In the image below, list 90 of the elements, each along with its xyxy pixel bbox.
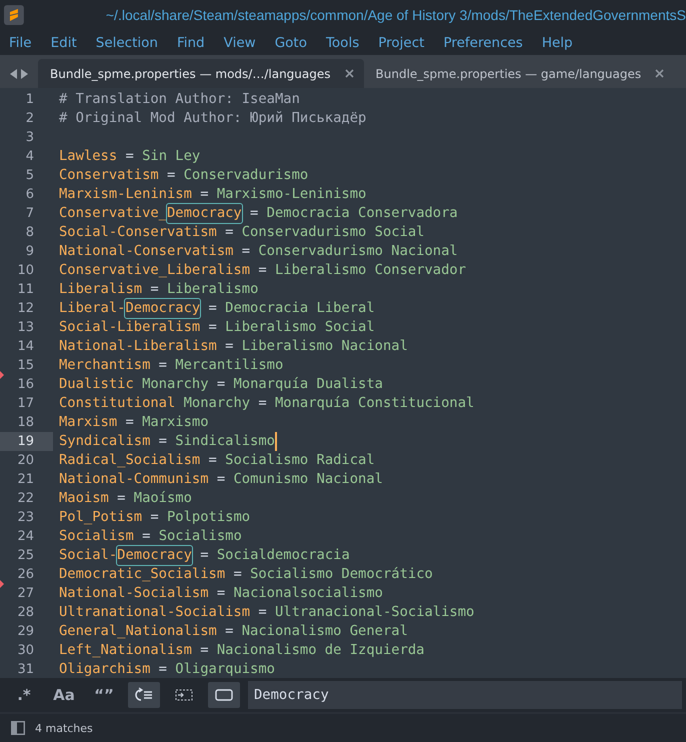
code-line: Pol_Potism = Polpotismo (59, 508, 250, 527)
line-number: 18 (16, 414, 34, 432)
code-line: Constitutional Monarchy = Monarquía Constitucional (59, 394, 474, 413)
line-number: 22 (16, 490, 34, 508)
code-line: Ultranational-Socialism = Ultranacional-Socialismo (59, 603, 474, 622)
line-number: 27 (16, 585, 34, 603)
code-line: General_Nationalism = Nacionalismo General (59, 622, 408, 641)
line-number: 29 (16, 623, 34, 641)
line-number: 26 (16, 566, 34, 584)
code-comment: # Translation Author: IseaMan (59, 90, 300, 109)
code-line: Lawless = Sin Ley (59, 147, 200, 166)
line-number: 9 (24, 243, 34, 261)
file-tab[interactable]: Bundle_spme.properties — mods/…/languages (38, 59, 364, 88)
line-number: 30 (16, 642, 34, 660)
forward-arrow-icon[interactable] (21, 68, 28, 78)
window-title: ~/.local/share/Steam/steamapps/common/Age of History 3/mods/TheExtendedGovernmentsS (106, 7, 686, 23)
status-text: 4 matches (35, 722, 93, 734)
line-number: 16 (16, 376, 34, 394)
code-line: Social-Liberalism = Liberalismo Social (59, 318, 375, 337)
line-number: 3 (24, 129, 34, 147)
menu-item[interactable]: Help (542, 34, 573, 50)
rectangle-icon (215, 689, 233, 701)
code-line: Maoism = Maoísmo (59, 489, 192, 508)
line-number: 20 (16, 452, 34, 470)
menu-item[interactable]: Preferences (443, 34, 523, 50)
code-line: Social-Democracy = Socialdemocracia (59, 545, 350, 566)
code-line: Marxism-Leninism = Marxismo-Leninismo (59, 185, 366, 204)
find-option-button[interactable]: “” (88, 682, 120, 708)
menu-item[interactable]: View (224, 34, 256, 50)
line-number: 21 (16, 471, 34, 489)
code-line: Conservatism = Conservadurismo (59, 166, 308, 185)
line-number: 13 (16, 319, 34, 337)
line-number: 6 (24, 186, 34, 204)
line-number: 24 (16, 528, 34, 546)
line-number: 15 (16, 357, 34, 375)
line-number: 14 (16, 338, 34, 356)
close-icon[interactable] (655, 69, 664, 78)
code-line: Democratic_Socialism = Socialismo Democrático (59, 565, 433, 584)
line-number: 12 (16, 300, 34, 318)
line-number: 11 (16, 281, 34, 299)
line-number: 7 (24, 205, 34, 223)
line-number: 1 (24, 91, 34, 109)
menu-item[interactable]: Edit (50, 34, 77, 50)
line-number: 17 (16, 395, 34, 413)
code-line: National-Communism = Comunismo Nacional (59, 470, 383, 489)
code-line: National-Conservatism = Conservadurismo Nacional (59, 242, 458, 261)
find-option-button[interactable] (208, 682, 240, 708)
line-number: 23 (16, 509, 34, 527)
line-number: 10 (16, 262, 34, 280)
line-number: 2 (24, 110, 34, 128)
back-arrow-icon[interactable] (10, 68, 17, 78)
line-number: 4 (24, 148, 34, 166)
find-option-button[interactable]: .* (8, 682, 40, 708)
code-line: Merchantism = Mercantilismo (59, 356, 284, 375)
app-logo-icon (4, 5, 24, 25)
line-number: 31 (16, 661, 34, 678)
code-line: Oligarchism = Oligarquismo (59, 660, 275, 678)
menu-item[interactable]: File (9, 34, 32, 50)
code-line: National-Liberalism = Liberalismo Nacional (59, 337, 408, 356)
code-line: Liberalism = Liberalismo (59, 280, 258, 299)
line-number: 28 (16, 604, 34, 622)
file-tab[interactable]: Bundle_spme.properties — game/languages (364, 59, 674, 88)
search-field[interactable]: Democracy (248, 681, 682, 709)
menu-item[interactable]: Project (378, 34, 424, 50)
line-number: 5 (24, 167, 34, 185)
code-line: Marxism = Marxismo (59, 413, 209, 432)
code-line: Liberal-Democracy = Democracia Liberal (59, 298, 375, 319)
menu-item[interactable]: Goto (274, 34, 307, 50)
menu-item[interactable]: Tools (326, 34, 360, 50)
code-line: Dualistic Monarchy = Monarquía Dualista (59, 375, 383, 394)
code-line: Social-Conservatism = Conservadurismo Social (59, 223, 424, 242)
line-number: 25 (16, 547, 34, 565)
close-icon[interactable] (344, 69, 354, 78)
code-line: Radical_Socialism = Socialismo Radical (59, 451, 375, 470)
find-option-button[interactable] (128, 682, 160, 708)
code-line: Conservative_Democracy = Democracia Conservadora (59, 203, 458, 224)
selection-box-icon (175, 689, 193, 701)
code-line: Conservative_Liberalism = Liberalismo Conservador (59, 261, 466, 280)
menu-item[interactable]: Find (176, 34, 205, 50)
menu-item[interactable]: Selection (96, 34, 158, 50)
code-comment: # Original Mod Author: Юрий Писькадёр (59, 109, 366, 128)
code-line: Socialism = Socialismo (59, 527, 242, 546)
code-line: National-Socialism = Nacionalsocialismo (59, 584, 383, 603)
wrap-icon (135, 687, 153, 703)
code-line: Left_Nationalism = Nacionalismo de Izquierda (59, 641, 424, 660)
line-number: 19 (16, 433, 34, 451)
line-number: 8 (24, 224, 34, 242)
find-option-button[interactable]: Aa (48, 682, 80, 708)
sidebar-toggle-icon[interactable] (11, 721, 25, 735)
code-line: Syndicalism = Sindicalismo (59, 432, 275, 451)
